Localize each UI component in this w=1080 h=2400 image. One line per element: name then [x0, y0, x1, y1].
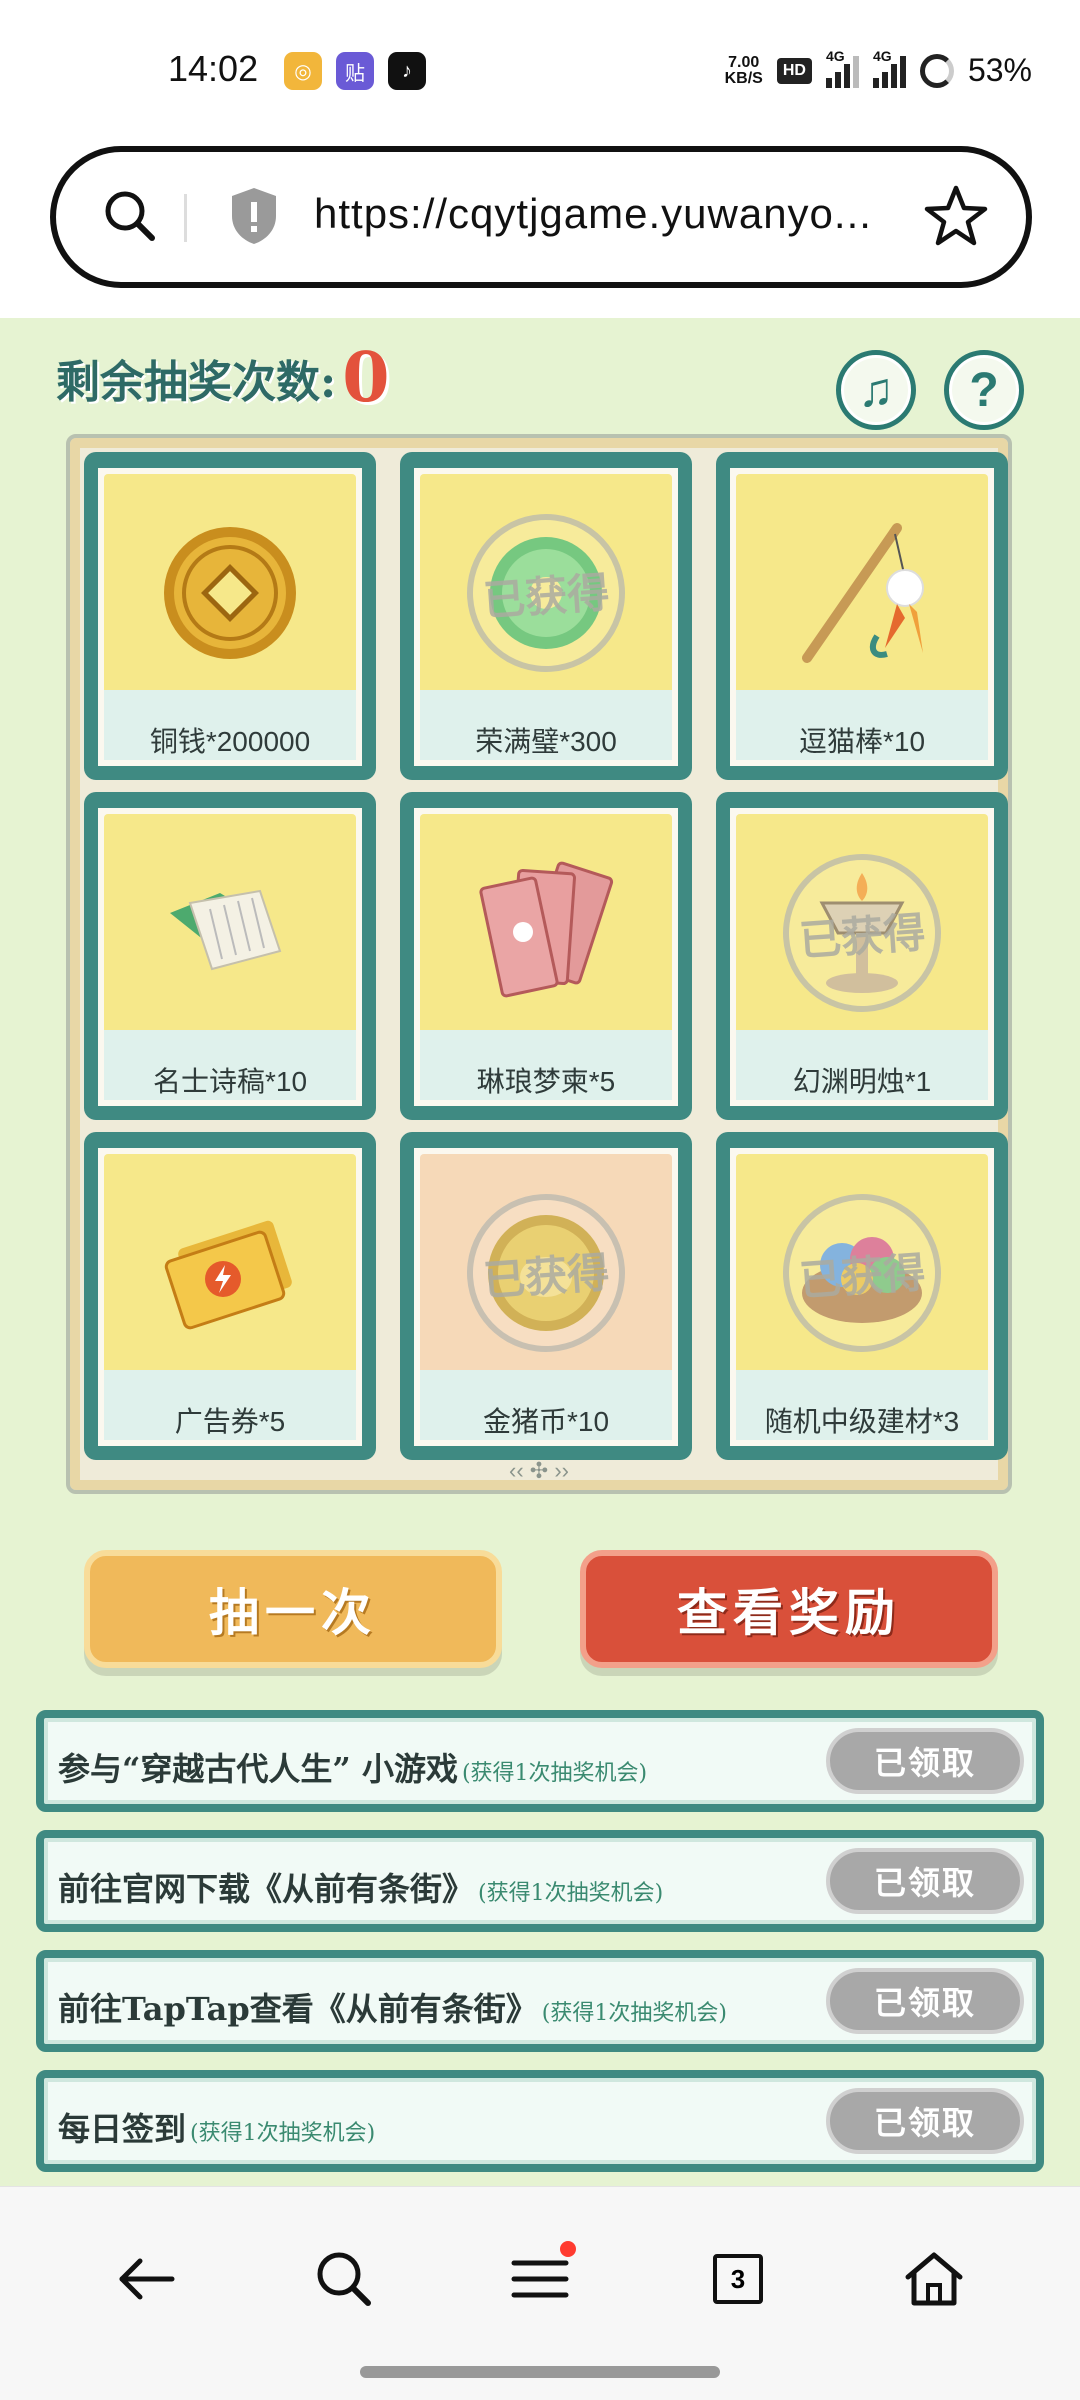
- task-note: (获得1次抽奖机会): [461, 1761, 648, 1786]
- prize-cell: 铜钱*200000: [84, 452, 376, 780]
- prize-label: 随机中级建材*3: [764, 1406, 960, 1437]
- notification-app-icon: 贴: [336, 52, 374, 90]
- signal-icon: 4G: [872, 48, 906, 88]
- task-list: 参与“穿越古代人生” 小游戏 (获得1次抽奖机会) 已领取 前往官网下载《从前有条…: [36, 1710, 1044, 2190]
- task-title: 前往TapTap查看《从前有条街》 (获得1次抽奖机会): [58, 1984, 727, 2030]
- task-title-text: 参与“穿越古代人生” 小游戏: [58, 1750, 458, 1788]
- prize-cell: 名士诗稿*10: [84, 792, 376, 1120]
- home-button[interactable]: [894, 2239, 974, 2319]
- back-button[interactable]: [106, 2239, 186, 2319]
- prize-cell: 已获得 荣满璧*300: [400, 452, 692, 780]
- task-item: 参与“穿越古代人生” 小游戏 (获得1次抽奖机会) 已领取: [36, 1710, 1044, 1812]
- status-notification-icons: ◎ 贴 ♪: [284, 52, 426, 90]
- search-icon[interactable]: [98, 184, 162, 248]
- claimed-button[interactable]: 已领取: [826, 1968, 1024, 2034]
- prize-cell: 琳琅梦柬*5: [400, 792, 692, 1120]
- signal-icon: 4G: [825, 48, 859, 88]
- task-title-text: 前往TapTap查看《从前有条街》: [58, 1990, 538, 2028]
- hd-voice-badge: HD: [776, 57, 812, 84]
- task-note: (获得1次抽奖机会): [541, 2001, 727, 2026]
- dream-letters-icon: [479, 861, 614, 998]
- lottery-game: 剩余抽奖次数: 0 ♫ ? 铜钱*200000 已获得 荣满璧*300 逗猫棒*…: [0, 318, 1080, 2186]
- prize-label: 荣满璧*300: [475, 726, 617, 757]
- search-button[interactable]: [304, 2239, 384, 2319]
- tiktok-icon: ♪: [388, 52, 426, 90]
- prize-grid: 铜钱*200000 已获得 荣满璧*300 逗猫棒*10 名士诗稿*10 琳琅梦…: [84, 452, 1008, 1460]
- claimed-button[interactable]: 已领取: [826, 1728, 1024, 1794]
- cat-teaser-icon: [802, 523, 924, 664]
- prize-cell: 已获得 金猪币*10: [400, 1132, 692, 1460]
- notification-dot: [560, 2241, 576, 2257]
- task-note: (获得1次抽奖机会): [478, 1881, 664, 1906]
- ad-ticket-icon: [164, 1220, 292, 1330]
- prize-cell: 广告券*5: [84, 1132, 376, 1460]
- battery-icon: [919, 53, 954, 88]
- prize-board: 铜钱*200000 已获得 荣满璧*300 逗猫棒*10 名士诗稿*10 琳琅梦…: [66, 434, 1012, 1494]
- bookmark-star-icon[interactable]: [922, 182, 990, 250]
- status-indicators: 7.00 KB/S HD 4G 4G 53%: [724, 48, 1032, 89]
- home-icon: [905, 2252, 963, 2306]
- music-toggle-button[interactable]: ♫: [836, 350, 916, 430]
- network-speed: 7.00 KB/S: [724, 53, 763, 87]
- prize-label: 幻渊明烛*1: [792, 1066, 932, 1097]
- url-text[interactable]: https://cqytjgame.yuwanyo...: [314, 190, 954, 238]
- status-bar: 14:02 ◎ 贴 ♪ 7.00 KB/S HD 4G 4G 53%: [0, 0, 1080, 140]
- menu-icon: [511, 2260, 569, 2298]
- claimed-button[interactable]: 已领取: [826, 1848, 1024, 1914]
- shield-icon[interactable]: [226, 184, 282, 248]
- remaining-draws: 剩余抽奖次数: 0: [56, 338, 390, 418]
- task-item: 前往官网下载《从前有条街》 (获得1次抽奖机会) 已领取: [36, 1830, 1044, 1932]
- task-title-text: 前往官网下载《从前有条街》: [58, 1870, 475, 1908]
- remaining-draws-label: 剩余抽奖次数:: [56, 357, 337, 408]
- task-title: 每日签到 (获得1次抽奖机会): [58, 2104, 375, 2150]
- task-note: (获得1次抽奖机会): [190, 2121, 376, 2146]
- prize-cell: 已获得 幻渊明烛*1: [716, 792, 1008, 1120]
- gesture-bar[interactable]: [360, 2366, 720, 2378]
- task-item: 前往TapTap查看《从前有条街》 (获得1次抽奖机会) 已领取: [36, 1950, 1044, 2052]
- address-bar-divider: [184, 194, 187, 242]
- draw-once-button[interactable]: 抽一次: [84, 1550, 502, 1668]
- status-time: 14:02: [168, 48, 259, 89]
- network-speed-unit: KB/S: [724, 69, 763, 87]
- view-rewards-button[interactable]: 查看奖励: [580, 1550, 998, 1668]
- browser-bottom-nav: 3: [0, 2186, 1080, 2400]
- prize-label: 广告券*5: [174, 1406, 286, 1437]
- poem-scroll-icon: [170, 890, 282, 971]
- prize-label: 铜钱*200000: [149, 726, 311, 757]
- search-icon: [317, 2252, 371, 2306]
- remaining-draws-count: 0: [342, 338, 390, 418]
- task-title: 前往官网下载《从前有条街》 (获得1次抽奖机会): [58, 1864, 663, 1910]
- task-item: 每日签到 (获得1次抽奖机会) 已领取: [36, 2070, 1044, 2172]
- menu-button[interactable]: [500, 2239, 580, 2319]
- sim1-network-tag: 4G: [825, 47, 845, 64]
- prize-label: 金猪币*10: [482, 1406, 610, 1437]
- prize-cell: 逗猫棒*10: [716, 452, 1008, 780]
- task-title: 参与“穿越古代人生” 小游戏 (获得1次抽奖机会): [58, 1744, 647, 1790]
- network-speed-value: 7.00: [728, 53, 760, 71]
- copper-coin-icon: [164, 527, 296, 660]
- tab-count: 3: [713, 2254, 763, 2304]
- music-note-icon: ♫: [858, 363, 894, 417]
- notification-app-icon: ◎: [284, 52, 322, 90]
- prize-label: 名士诗稿*10: [152, 1066, 308, 1097]
- claimed-button[interactable]: 已领取: [826, 2088, 1024, 2154]
- address-bar[interactable]: https://cqytjgame.yuwanyo...: [50, 146, 1032, 288]
- prize-label: 逗猫棒*10: [798, 726, 926, 757]
- prize-cell: 已获得 随机中级建材*3: [716, 1132, 1008, 1460]
- sim2-network-tag: 4G: [872, 47, 892, 64]
- tabs-button[interactable]: 3: [698, 2239, 778, 2319]
- help-button[interactable]: ?: [944, 350, 1024, 430]
- board-ornament: ‹‹ ✣ ››: [509, 1458, 569, 1483]
- back-arrow-icon: [119, 2258, 175, 2300]
- prize-label: 琳琅梦柬*5: [476, 1066, 616, 1097]
- task-title-text: 每日签到: [58, 2110, 187, 2148]
- battery-percent: 53%: [967, 52, 1032, 88]
- question-icon: ?: [969, 363, 999, 417]
